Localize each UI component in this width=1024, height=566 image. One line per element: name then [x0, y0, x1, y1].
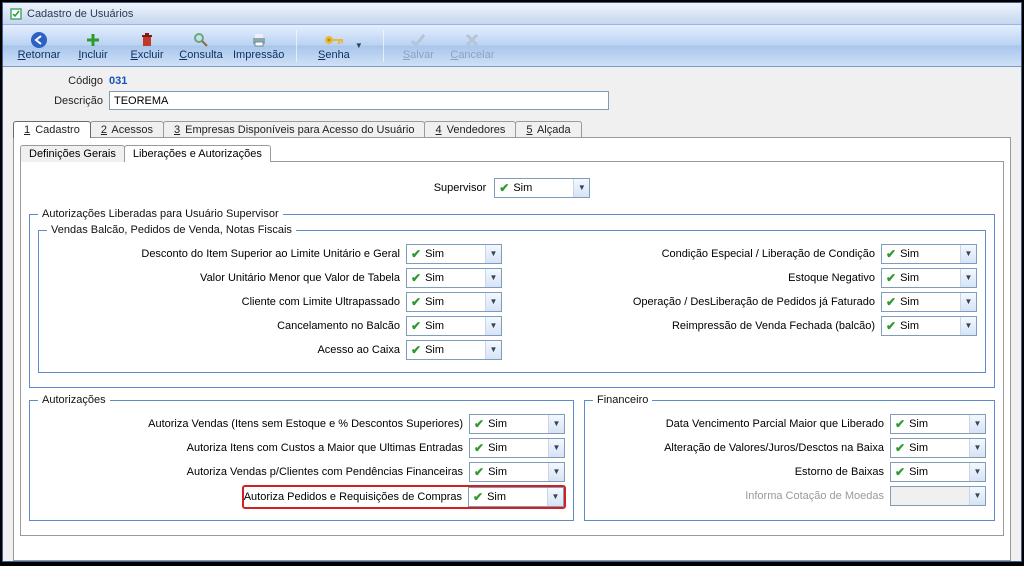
cancel-balcao-combo[interactable]: ✔Sim▼	[406, 316, 502, 336]
dropdown-arrow-icon: ▼	[355, 41, 363, 50]
estorno-label: Estorno de Baixas	[795, 466, 884, 478]
plus-icon	[85, 31, 101, 49]
group-vendas-legend: Vendas Balcão, Pedidos de Venda, Notas F…	[47, 224, 296, 236]
cliente-limite-combo[interactable]: ✔Sim▼	[406, 292, 502, 312]
check-icon: ✔	[499, 181, 509, 195]
valor-unit-label: Valor Unitário Menor que Valor de Tabela	[200, 272, 400, 284]
acesso-caixa-combo[interactable]: ✔Sim▼	[406, 340, 502, 360]
window-root: Cadastro de Usuários Retornar Incluir Ex…	[2, 2, 1022, 562]
codigo-value: 031	[109, 75, 127, 87]
trash-icon	[139, 31, 155, 49]
group-autorizacoes: Autorizações Autoriza Vendas (Itens sem …	[29, 394, 574, 521]
delete-button[interactable]: Excluir	[121, 27, 173, 65]
group-financeiro: Financeiro Data Vencimento Parcial Maior…	[584, 394, 995, 521]
group-supervisor: Autorizações Liberadas para Usuário Supe…	[29, 208, 995, 388]
supervisor-label: Supervisor	[434, 182, 487, 194]
toolbar: Retornar Incluir Excluir Consulta Impres…	[3, 25, 1021, 67]
desc-item-combo[interactable]: ✔Sim▼	[406, 244, 502, 264]
add-button[interactable]: Incluir	[67, 27, 119, 65]
cond-especial-combo[interactable]: ✔Sim▼	[881, 244, 977, 264]
form-body: Código 031 Descrição 1 Cadastro 2 Acesso…	[3, 67, 1021, 561]
main-tabs: 1 Cadastro 2 Acessos 3 Empresas Disponív…	[13, 120, 1011, 137]
subtab-body: Supervisor ✔ Sim ▼ Autorizações Liberada…	[20, 161, 1004, 536]
titlebar: Cadastro de Usuários	[3, 3, 1021, 25]
cotacao-combo: ✔▼	[890, 486, 986, 506]
search-label: Consulta	[179, 49, 222, 61]
alt-valores-combo[interactable]: ✔Sim▼	[890, 438, 986, 458]
print-label: Impressão	[233, 49, 284, 61]
estoque-neg-label: Estoque Negativo	[788, 272, 875, 284]
valor-unit-combo[interactable]: ✔Sim▼	[406, 268, 502, 288]
aut-vendas-label: Autoriza Vendas (Itens sem Estoque e % D…	[148, 418, 463, 430]
cond-especial-label: Condição Especial / Liberação de Condiçã…	[662, 248, 875, 260]
search-icon	[193, 31, 209, 49]
check-icon	[409, 31, 427, 49]
aut-custos-label: Autoriza Itens com Custos a Maior que Ul…	[187, 442, 463, 454]
back-icon	[30, 31, 48, 49]
print-button[interactable]: Impressão	[229, 27, 288, 65]
descricao-input[interactable]	[109, 91, 609, 110]
tab-alcada[interactable]: 5 Alçada	[515, 121, 581, 138]
x-icon	[464, 31, 480, 49]
codigo-label: Código	[13, 75, 109, 87]
estorno-combo[interactable]: ✔Sim▼	[890, 462, 986, 482]
save-button[interactable]: Salvar	[392, 27, 444, 65]
data-venc-label: Data Vencimento Parcial Maior que Libera…	[666, 418, 884, 430]
oper-deslib-combo[interactable]: ✔Sim▼	[881, 292, 977, 312]
group-vendas: Vendas Balcão, Pedidos de Venda, Notas F…	[38, 224, 986, 373]
group-supervisor-legend: Autorizações Liberadas para Usuário Supe…	[38, 208, 283, 220]
alt-valores-label: Alteração de Valores/Juros/Desctos na Ba…	[664, 442, 884, 454]
aut-vendas-combo[interactable]: ✔Sim▼	[469, 414, 565, 434]
tab-acessos[interactable]: 2 Acessos	[90, 121, 164, 138]
app-icon	[9, 7, 23, 21]
back-label: Retornar	[18, 49, 61, 61]
aut-pedidos-label: Autoriza Pedidos e Requisições de Compra…	[244, 491, 462, 503]
cliente-limite-label: Cliente com Limite Ultrapassado	[242, 296, 400, 308]
search-button[interactable]: Consulta	[175, 27, 227, 65]
subtab-liberacoes[interactable]: Liberações e Autorizações	[124, 145, 271, 162]
toolbar-separator	[296, 30, 297, 62]
printer-icon	[250, 31, 268, 49]
reimpressao-label: Reimpressão de Venda Fechada (balcão)	[672, 320, 875, 332]
cancel-button[interactable]: Cancelar	[446, 27, 498, 65]
highlighted-row: Autoriza Pedidos e Requisições de Compra…	[243, 486, 565, 508]
chevron-down-icon: ▼	[573, 179, 589, 197]
window-title: Cadastro de Usuários	[27, 8, 133, 20]
toolbar-separator-2	[383, 30, 384, 62]
group-financeiro-legend: Financeiro	[593, 394, 652, 406]
desc-item-label: Desconto do Item Superior ao Limite Unit…	[141, 248, 400, 260]
tab-body: Definições Gerais Liberações e Autorizaç…	[13, 137, 1011, 561]
tab-empresas[interactable]: 3 Empresas Disponíveis para Acesso do Us…	[163, 121, 425, 138]
password-label: Senha	[318, 49, 350, 61]
back-button[interactable]: Retornar	[13, 27, 65, 65]
tab-vendedores[interactable]: 4 Vendedores	[424, 121, 516, 138]
cancel-label: Cancelar	[450, 49, 494, 61]
password-button[interactable]: Senha ▼	[305, 27, 375, 65]
aut-pend-label: Autoriza Vendas p/Clientes com Pendência…	[187, 466, 463, 478]
group-autorizacoes-legend: Autorizações	[38, 394, 110, 406]
cotacao-label: Informa Cotação de Moedas	[745, 490, 884, 502]
supervisor-combo[interactable]: ✔ Sim ▼	[494, 178, 590, 198]
reimpressao-combo[interactable]: ✔Sim▼	[881, 316, 977, 336]
save-label: Salvar	[403, 49, 434, 61]
estoque-neg-combo[interactable]: ✔Sim▼	[881, 268, 977, 288]
add-label: Incluir	[78, 49, 107, 61]
aut-pedidos-combo[interactable]: ✔Sim▼	[468, 487, 564, 507]
sub-tabs: Definições Gerais Liberações e Autorizaç…	[20, 144, 1004, 161]
subtab-definicoes[interactable]: Definições Gerais	[20, 145, 125, 162]
aut-pend-combo[interactable]: ✔Sim▼	[469, 462, 565, 482]
aut-custos-combo[interactable]: ✔Sim▼	[469, 438, 565, 458]
delete-label: Excluir	[130, 49, 163, 61]
data-venc-combo[interactable]: ✔Sim▼	[890, 414, 986, 434]
cancel-balcao-label: Cancelamento no Balcão	[277, 320, 400, 332]
acesso-caixa-label: Acesso ao Caixa	[317, 344, 400, 356]
key-icon	[324, 31, 344, 49]
tab-cadastro[interactable]: 1 Cadastro	[13, 121, 91, 138]
oper-deslib-label: Operação / DesLiberação de Pedidos já Fa…	[633, 296, 875, 308]
descricao-label: Descrição	[13, 95, 109, 107]
